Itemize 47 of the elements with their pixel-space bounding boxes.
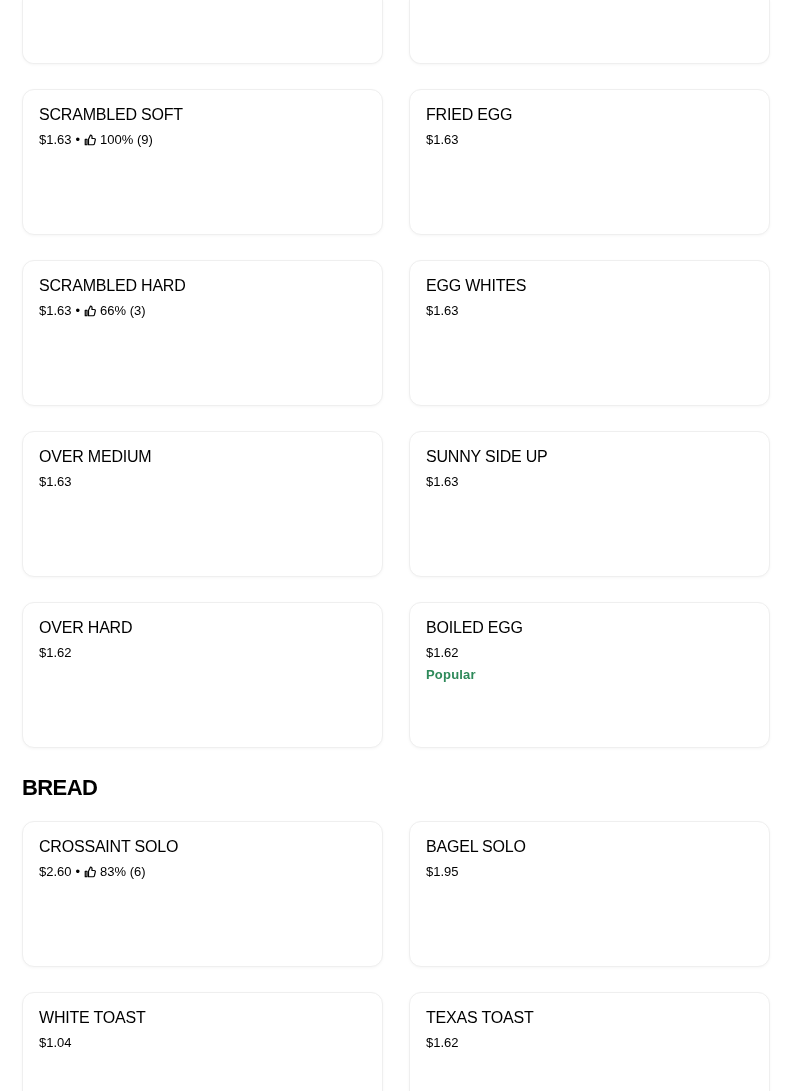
menu-card[interactable]: SCRAMBLED SOFT $1.63 • 100% (9) <box>22 89 383 235</box>
thumbs-up-icon <box>84 866 97 878</box>
thumbs-up-icon <box>84 134 97 146</box>
price-text: $1.63 <box>39 302 72 320</box>
menu-card[interactable]: FRIED EGG $1.63 <box>409 89 770 235</box>
price-text: $1.63 <box>426 302 459 320</box>
price-text: $2.60 <box>39 863 72 881</box>
menu-card[interactable]: SCRAMBLED HARD $1.63 • 66% (3) <box>22 260 383 406</box>
price-text: $1.95 <box>426 863 459 881</box>
rating-text: 66% (3) <box>100 302 146 320</box>
thumbs-up-icon <box>84 305 97 317</box>
rating-text: 83% (6) <box>100 863 146 881</box>
price-text: $1.63 <box>426 131 459 149</box>
dish-name: OVER MEDIUM <box>39 447 152 467</box>
price-text: $1.04 <box>39 1034 72 1052</box>
dish-name: CROSSAINT SOLO <box>39 837 179 857</box>
separator-dot: • <box>75 131 81 149</box>
menu-card[interactable]: BOILED EGG $1.62 Popular <box>409 602 770 748</box>
price-text: $1.63 <box>39 131 72 149</box>
menu-card[interactable]: CROSSAINT SOLO $2.60 • 83% (6) <box>22 821 383 967</box>
dish-name: FRIED EGG <box>426 105 513 125</box>
popular-label: Popular <box>426 666 476 684</box>
menu-card[interactable]: OVER HARD $1.62 <box>22 602 383 748</box>
rating-text: 100% (9) <box>100 131 153 149</box>
dish-name: SUNNY SIDE UP <box>426 447 548 467</box>
menu-card[interactable]: EGG WHITES $1.63 <box>409 260 770 406</box>
dish-name: BOILED EGG <box>426 618 523 638</box>
separator-dot: • <box>75 302 81 320</box>
menu-card[interactable]: OVER MEDIUM $1.63 <box>22 431 383 577</box>
dish-name: EGG WHITES <box>426 276 527 296</box>
dish-name: SCRAMBLED SOFT <box>39 105 183 125</box>
dish-name: SCRAMBLED HARD <box>39 276 186 296</box>
price-text: $1.63 <box>39 473 72 491</box>
dish-name: BAGEL SOLO <box>426 837 526 857</box>
price-text: $1.63 <box>426 473 459 491</box>
price-text: $1.62 <box>39 644 72 662</box>
menu-card[interactable]: BAGEL SOLO $1.95 <box>409 821 770 967</box>
section-heading: BREAD <box>22 775 98 801</box>
menu-card[interactable]: WHITE TOAST $1.04 <box>22 992 383 1091</box>
price-text: $1.62 <box>426 1034 459 1052</box>
dish-name: OVER HARD <box>39 618 133 638</box>
dish-name: WHITE TOAST <box>39 1008 146 1028</box>
dish-name: TEXAS TOAST <box>426 1008 534 1028</box>
price-text: $1.62 <box>426 644 459 662</box>
menu-card[interactable]: SUNNY SIDE UP $1.63 <box>409 431 770 577</box>
separator-dot: • <box>75 863 81 881</box>
menu-card[interactable]: TEXAS TOAST $1.62 <box>409 992 770 1091</box>
